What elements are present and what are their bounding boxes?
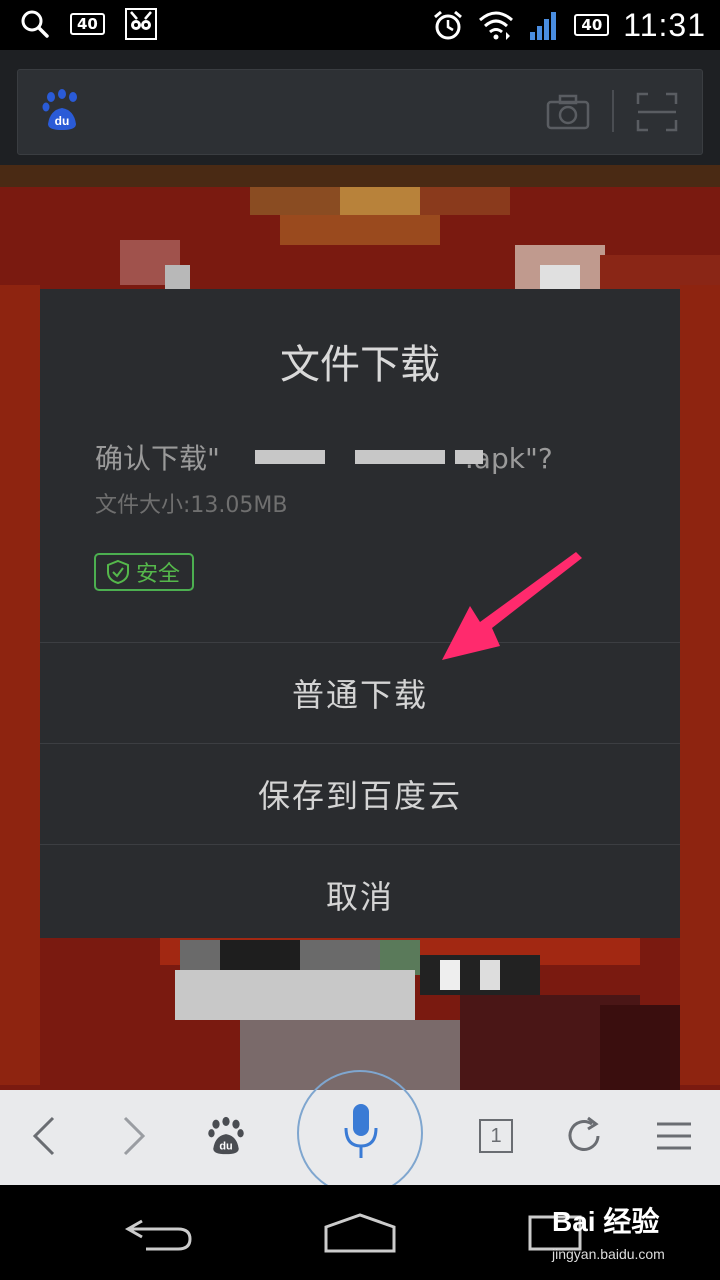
- status-right: 40 11:31: [432, 4, 706, 46]
- search-separator: [612, 90, 614, 132]
- home-nav-icon[interactable]: [320, 1207, 400, 1257]
- baidu-paw-icon[interactable]: du: [40, 88, 84, 132]
- browser-search-area: du: [0, 50, 720, 165]
- search-icon: [21, 10, 49, 38]
- baidu-paw-icon: du: [208, 1116, 244, 1155]
- voice-search-button[interactable]: [297, 1070, 423, 1196]
- microphone-icon: [344, 1104, 378, 1158]
- chevron-right-icon: [123, 1116, 146, 1156]
- status-time: 11:31: [623, 6, 706, 43]
- forward-button[interactable]: [104, 1106, 164, 1166]
- cell-signal-icon: [530, 12, 557, 40]
- safe-label: 安全: [136, 562, 181, 587]
- search-input[interactable]: du: [17, 69, 703, 155]
- confirm-prefix: 确认下载": [95, 442, 220, 475]
- watermark-brand: Bai 经验: [552, 1206, 660, 1237]
- status-left: 40: [20, 8, 157, 40]
- back-nav-icon[interactable]: [120, 1207, 200, 1257]
- refresh-button[interactable]: [554, 1106, 614, 1166]
- back-button[interactable]: [14, 1106, 74, 1166]
- cancel-button[interactable]: 取消: [40, 845, 680, 945]
- scan-icon[interactable]: [636, 92, 678, 132]
- notification-badge: 40: [70, 13, 105, 35]
- wifi-icon: [479, 11, 514, 40]
- alarm-icon: [434, 10, 463, 40]
- tab-count-box: 1: [479, 1119, 513, 1153]
- svg-text:du: du: [219, 1141, 232, 1153]
- safe-badge: 安全: [94, 553, 194, 591]
- redaction-block: [355, 450, 445, 464]
- shield-check-icon: [107, 559, 129, 585]
- chevron-left-icon: [32, 1116, 55, 1156]
- hamburger-menu-icon: [657, 1122, 691, 1150]
- tabs-button[interactable]: 1: [466, 1106, 526, 1166]
- refresh-icon: [568, 1116, 600, 1151]
- camera-icon[interactable]: [546, 94, 590, 130]
- svg-text:du: du: [55, 114, 70, 128]
- redaction-block: [455, 450, 483, 464]
- home-button[interactable]: du: [196, 1106, 256, 1166]
- watermark-url: jingyan.baidu.com: [552, 1246, 665, 1262]
- status-bar: 40 40 11:31: [0, 0, 720, 50]
- dialog-title: 文件下载: [280, 342, 440, 388]
- redaction-block: [255, 450, 325, 464]
- tab-count: 1: [490, 1124, 502, 1147]
- menu-button[interactable]: [644, 1106, 704, 1166]
- file-size-text: 文件大小:13.05MB: [95, 493, 288, 518]
- pointer-arrow-icon: [442, 552, 582, 660]
- save-to-cloud-button[interactable]: 保存到百度云: [40, 744, 680, 844]
- app-notification-icon: [124, 8, 157, 40]
- battery-badge: 40: [574, 14, 610, 36]
